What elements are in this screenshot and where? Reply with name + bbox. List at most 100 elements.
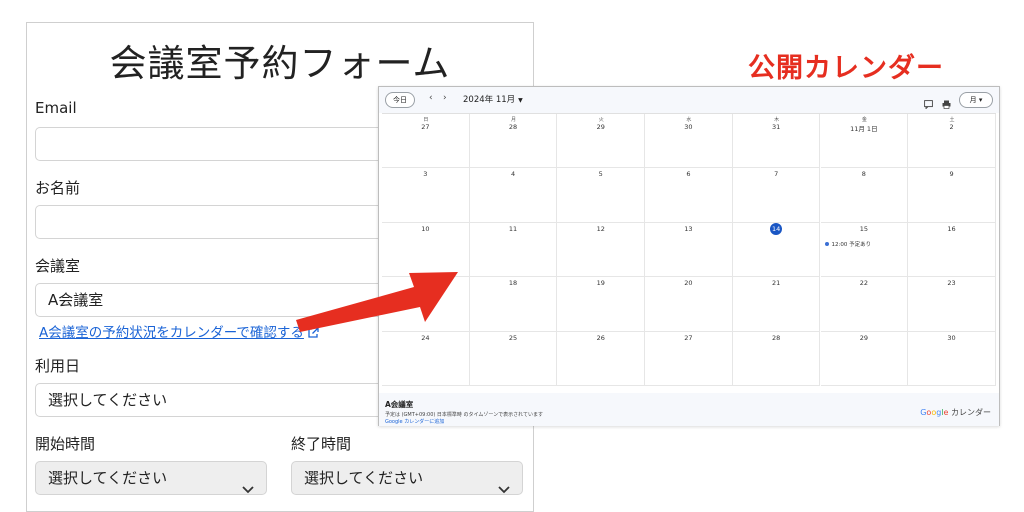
- day-number: 21: [772, 279, 781, 288]
- form-title: 会議室予約フォーム: [109, 42, 451, 85]
- calendar-link[interactable]: A会議室の予約状況をカレンダーで確認する: [39, 321, 319, 343]
- calendar-day-cell[interactable]: 23: [908, 277, 996, 332]
- google-calendar-logo: Google カレンダー: [920, 408, 991, 417]
- calendar-toolbar: 今日 ‹ › 2024年 11月 ▼ 月 ▾: [379, 87, 999, 113]
- chevron-down-icon: [242, 473, 254, 505]
- day-number: 20: [684, 279, 693, 288]
- start-time-label: 開始時間: [35, 435, 96, 453]
- day-number: 27: [421, 123, 430, 131]
- day-number: 23: [947, 279, 956, 288]
- calendar-day-cell[interactable]: 25: [469, 331, 558, 386]
- day-number: 30: [684, 123, 693, 131]
- email-label: Email: [35, 99, 77, 117]
- calendar-day-cell[interactable]: 7: [732, 168, 821, 223]
- calendar-day-cell[interactable]: 29: [820, 331, 909, 386]
- day-number: 24: [421, 333, 430, 342]
- calendar-day-cell[interactable]: 日 27: [382, 114, 470, 169]
- name-label: お名前: [35, 179, 81, 197]
- calendar-day-cell[interactable]: 21: [732, 277, 821, 332]
- month-selector[interactable]: 2024年 11月 ▼: [463, 93, 523, 105]
- date-label: 利用日: [35, 357, 81, 375]
- calendar-day-cell[interactable]: 24: [382, 331, 470, 386]
- calendar-day-cell[interactable]: 11: [469, 222, 558, 278]
- calendar-day-cell[interactable]: 8: [820, 168, 909, 223]
- calendar-day-cell[interactable]: 16: [908, 222, 996, 278]
- print-icon[interactable]: [942, 94, 951, 113]
- month-label: 2024年 11月: [463, 95, 516, 105]
- day-number: 25: [508, 333, 518, 342]
- calendar-day-cell[interactable]: 3: [382, 168, 470, 223]
- day-number: 14: [770, 222, 783, 235]
- add-to-google-calendar-link[interactable]: Google カレンダーに追加: [385, 418, 444, 425]
- calendar-day-cell[interactable]: 9: [908, 168, 996, 223]
- calendar-day-cell[interactable]: 19: [557, 277, 646, 332]
- caret-down-icon: ▼: [518, 97, 523, 104]
- end-time-value: 選択してください: [304, 469, 424, 487]
- calendar-day-cell[interactable]: 15 12:00 予定あり: [820, 222, 909, 278]
- day-number: 12: [596, 224, 605, 233]
- view-selector[interactable]: 月 ▾: [959, 92, 993, 108]
- calendar-day-cell[interactable]: 木 31: [732, 114, 821, 169]
- calendar-link-text: A会議室の予約状況をカレンダーで確認する: [39, 325, 304, 341]
- day-number: 11月 1日: [850, 125, 878, 133]
- end-time-select[interactable]: 選択してください: [291, 461, 523, 495]
- day-number: 22: [859, 279, 868, 288]
- day-number: 27: [684, 333, 693, 342]
- calendar-day-cell[interactable]: 火 29: [557, 114, 646, 169]
- day-number: 29: [859, 333, 868, 342]
- day-number: 29: [596, 123, 605, 131]
- public-calendar-title: 公開カレンダー: [748, 53, 944, 84]
- start-time-select[interactable]: 選択してください: [35, 461, 267, 495]
- calendar-day-cell[interactable]: 月 28: [469, 114, 558, 169]
- day-number: 5: [598, 170, 603, 179]
- calendar-day-cell[interactable]: 土2: [908, 114, 996, 169]
- day-number: 9: [949, 170, 954, 179]
- day-number: 13: [684, 224, 693, 233]
- day-number: 16: [947, 224, 956, 233]
- day-number: 8: [861, 170, 866, 179]
- calendar-day-cell[interactable]: 27: [645, 331, 733, 386]
- day-number: 18: [508, 279, 518, 288]
- day-number: 19: [596, 279, 605, 288]
- calendar-day-cell[interactable]: 12: [557, 222, 646, 278]
- day-number: 10: [421, 224, 430, 233]
- calendar-day-cell[interactable]: 14: [732, 222, 821, 278]
- view-label: 月: [969, 96, 977, 104]
- chevron-down-icon: [498, 473, 510, 505]
- today-button[interactable]: 今日: [385, 92, 415, 108]
- external-link-icon: [307, 327, 319, 343]
- day-number: 15: [859, 224, 868, 233]
- calendar-day-cell[interactable]: 13: [645, 222, 733, 278]
- brand-suffix: カレンダー: [951, 408, 991, 417]
- end-time-label: 終了時間: [291, 435, 352, 453]
- next-month-button[interactable]: ›: [443, 93, 447, 103]
- calendar-day-cell[interactable]: 17: [382, 277, 470, 332]
- calendar-day-cell[interactable]: 6: [645, 168, 733, 223]
- calendar-day-cell[interactable]: 10: [382, 222, 470, 278]
- embedded-calendar: 今日 ‹ › 2024年 11月 ▼ 月 ▾ 日 27 月 28 火 29 水 30 木 31 金 11…: [378, 86, 1000, 426]
- calendar-name: A会議室: [385, 400, 414, 409]
- calendar-event[interactable]: 12:00 予定あり: [824, 240, 871, 248]
- prev-month-button[interactable]: ‹: [429, 93, 433, 103]
- start-time-value: 選択してください: [48, 469, 168, 487]
- calendar-day-cell[interactable]: 28: [732, 331, 821, 386]
- calendar-day-cell[interactable]: 5: [557, 168, 646, 223]
- calendar-day-cell[interactable]: 水 30: [645, 114, 733, 169]
- calendar-day-cell[interactable]: 22: [820, 277, 909, 332]
- day-number: 31: [772, 123, 781, 131]
- day-number: 28: [508, 123, 518, 131]
- day-number: 2: [949, 123, 954, 131]
- calendar-day-cell[interactable]: 30: [908, 331, 996, 386]
- feedback-icon[interactable]: [924, 94, 933, 113]
- month-grid: 日 27 月 28 火 29 水 30 木 31 金 11月 1日土 2 3 4 5 6 7 8 9 10 11 12 13 1…: [382, 113, 996, 394]
- calendar-day-cell[interactable]: 4: [469, 168, 558, 223]
- day-number: 11: [508, 224, 518, 233]
- calendar-day-cell[interactable]: 18: [469, 277, 558, 332]
- calendar-day-cell[interactable]: 26: [557, 331, 646, 386]
- day-number: 30: [947, 333, 956, 342]
- day-number: 7: [774, 170, 779, 179]
- room-label: 会議室: [35, 257, 81, 275]
- day-number: 28: [772, 333, 781, 342]
- calendar-day-cell[interactable]: 20: [645, 277, 733, 332]
- calendar-day-cell[interactable]: 金 11月 1日: [820, 114, 909, 169]
